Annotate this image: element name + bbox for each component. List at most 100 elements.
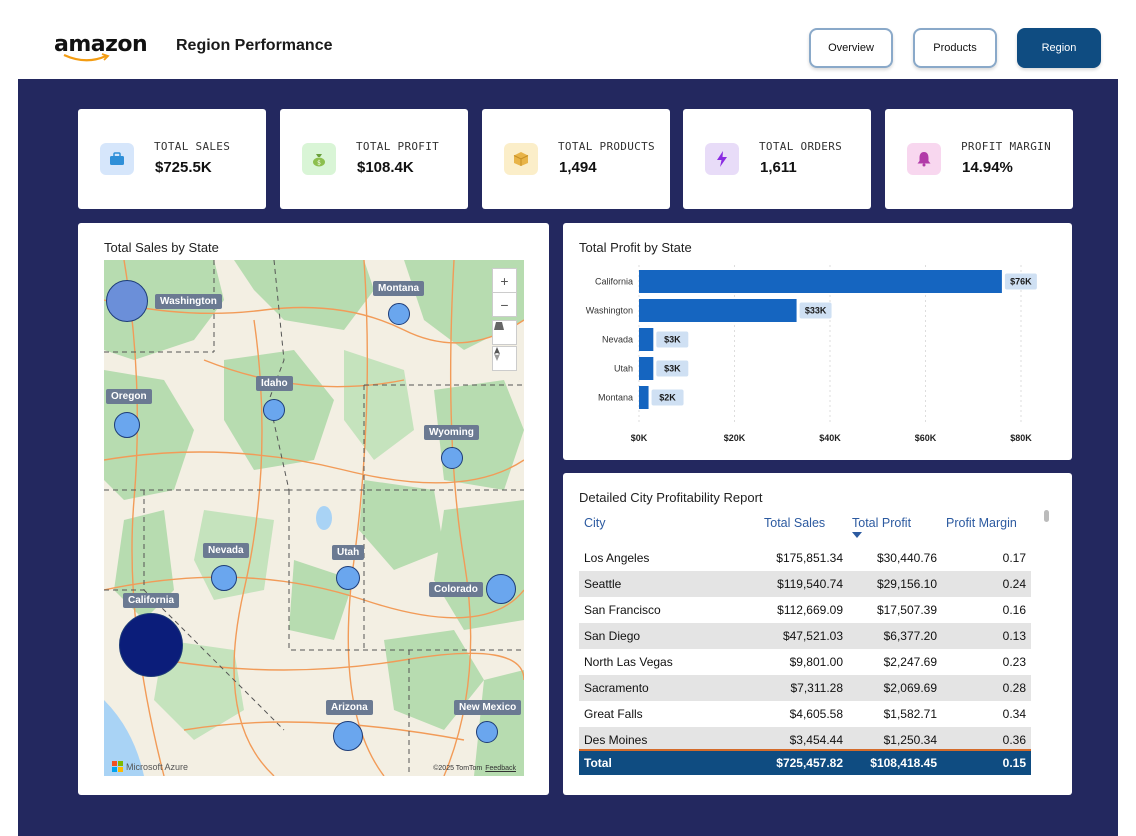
california-bubble[interactable]	[119, 613, 183, 677]
col-header-total-profit[interactable]: Total Profit	[852, 516, 911, 530]
feedback-link[interactable]: Feedback	[485, 765, 516, 772]
kpi-value: 1,494	[559, 159, 597, 176]
azure-attribution: Microsoft Azure	[126, 761, 189, 772]
table-scrollbar[interactable]	[1044, 510, 1049, 522]
cell-total-profit: $29,156.10	[876, 577, 937, 591]
x-tick-label: $80K	[1010, 433, 1032, 443]
data-label: $33K	[805, 306, 827, 316]
state-label-new-mexico: New Mexico	[454, 700, 522, 715]
bar-montana[interactable]	[639, 386, 649, 409]
montana-bubble[interactable]	[388, 303, 410, 325]
nevada-bubble[interactable]	[211, 565, 237, 591]
col-header-total-sales[interactable]: Total Sales	[764, 516, 825, 530]
total-sales: $725,457.82	[776, 756, 843, 770]
page-title: Region Performance	[176, 37, 333, 54]
bar-nevada[interactable]	[639, 328, 654, 351]
zoom-out-button[interactable]: −	[492, 292, 517, 317]
cell-total-profit: $17,507.39	[876, 603, 937, 617]
zoom-in-button[interactable]: +	[492, 268, 517, 293]
col-header-profit-margin[interactable]: Profit Margin	[946, 516, 1017, 530]
map-background	[104, 260, 524, 776]
lightning-icon	[705, 143, 739, 175]
colorado-bubble[interactable]	[486, 574, 516, 604]
bar-california[interactable]	[639, 270, 1002, 293]
cell-total-sales: $47,521.03	[782, 629, 843, 643]
compass-icon[interactable]	[492, 346, 517, 371]
table-row[interactable]: Los Angeles $175,851.34 $30,440.76 0.17	[579, 545, 1031, 571]
category-label: Nevada	[602, 335, 633, 345]
cell-city: Great Falls	[584, 707, 643, 721]
state-label-wyoming: Wyoming	[424, 425, 479, 440]
table-row[interactable]: San Francisco $112,669.09 $17,507.39 0.16	[579, 597, 1031, 623]
x-tick-label: $20K	[724, 433, 746, 443]
category-label: California	[595, 277, 633, 287]
x-tick-label: $0K	[631, 433, 648, 443]
cell-total-sales: $3,454.44	[789, 733, 843, 747]
kpi-total-products: TOTAL PRODUCTS 1,494	[482, 109, 670, 209]
sales-map[interactable]: Washington Montana Idaho Oregon Wyoming …	[104, 260, 524, 776]
bell-icon	[907, 143, 941, 175]
washington-bubble[interactable]	[106, 280, 148, 322]
cell-city: North Las Vegas	[584, 655, 673, 669]
table-row[interactable]: San Diego $47,521.03 $6,377.20 0.13	[579, 623, 1031, 649]
wyoming-bubble[interactable]	[441, 447, 463, 469]
kpi-label: TOTAL PROFIT	[356, 140, 440, 153]
arizona-bubble[interactable]	[333, 721, 363, 751]
package-icon	[504, 143, 538, 175]
cell-profit-margin: 0.24	[1002, 577, 1026, 591]
nav-overview-button[interactable]: Overview	[809, 28, 893, 68]
table-row[interactable]: North Las Vegas $9,801.00 $2,247.69 0.23	[579, 649, 1031, 675]
data-label: $3K	[664, 335, 681, 345]
x-tick-label: $40K	[819, 433, 841, 443]
map-panel: Total Sales by State Washington Montana …	[78, 223, 549, 795]
oregon-bubble[interactable]	[114, 412, 140, 438]
cell-profit-margin: 0.28	[1002, 681, 1026, 695]
dashboard-page: amazon Region Performance Overview Produ…	[0, 0, 1136, 836]
state-label-colorado: Colorado	[429, 582, 483, 597]
bar-washington[interactable]	[639, 299, 797, 322]
kpi-label: TOTAL PRODUCTS	[558, 140, 655, 153]
cell-city: Sacramento	[584, 681, 649, 695]
total-profit: $108,418.45	[870, 756, 937, 770]
kpi-total-sales: TOTAL SALES $725.5K	[78, 109, 266, 209]
table-row[interactable]: Seattle $119,540.74 $29,156.10 0.24	[579, 571, 1031, 597]
state-label-idaho: Idaho	[256, 376, 293, 391]
cell-city: San Diego	[584, 629, 641, 643]
cell-total-profit: $2,069.69	[883, 681, 937, 695]
table-row[interactable]: Sacramento $7,311.28 $2,069.69 0.28	[579, 675, 1031, 701]
new-mexico-bubble[interactable]	[476, 721, 498, 743]
cell-total-profit: $2,247.69	[883, 655, 937, 669]
cell-total-profit: $1,250.34	[883, 733, 937, 747]
state-label-montana: Montana	[373, 281, 425, 296]
table-row[interactable]: Great Falls $4,605.58 $1,582.71 0.34	[579, 701, 1031, 727]
kpi-label: PROFIT MARGIN	[961, 140, 1051, 153]
tilt-icon[interactable]	[492, 320, 517, 345]
idaho-bubble[interactable]	[263, 399, 285, 421]
nav-products-button[interactable]: Products	[913, 28, 997, 68]
kpi-value: $108.4K	[357, 159, 414, 176]
table-title: Detailed City Profitability Report	[579, 490, 763, 505]
microsoft-logo-icon	[112, 761, 123, 772]
cell-profit-margin: 0.13	[1002, 629, 1026, 643]
state-label-utah: Utah	[332, 545, 365, 560]
cell-total-sales: $119,540.74	[777, 577, 843, 591]
category-label: Montana	[598, 393, 633, 403]
kpi-value: 1,611	[760, 159, 797, 176]
cell-city: San Francisco	[584, 603, 661, 617]
money-bag-icon: $	[302, 143, 336, 175]
col-header-city[interactable]: City	[584, 516, 606, 530]
bar-utah[interactable]	[639, 357, 654, 380]
utah-bubble[interactable]	[336, 566, 360, 590]
data-label: $2K	[659, 393, 676, 403]
kpi-profit-margin: PROFIT MARGIN 14.94%	[885, 109, 1073, 209]
data-label: $3K	[664, 364, 681, 374]
map-copyright: ©2025 TomTom Feedback	[433, 765, 516, 772]
nav-region-button[interactable]: Region	[1017, 28, 1101, 68]
total-label: Total	[584, 756, 612, 770]
tomtom-copyright: ©2025 TomTom	[433, 765, 483, 772]
amazon-smile-icon	[63, 53, 110, 62]
cell-profit-margin: 0.23	[1002, 655, 1026, 669]
svg-text:$: $	[317, 160, 321, 167]
state-label-california: California	[123, 593, 180, 608]
cell-profit-margin: 0.17	[1002, 551, 1026, 565]
